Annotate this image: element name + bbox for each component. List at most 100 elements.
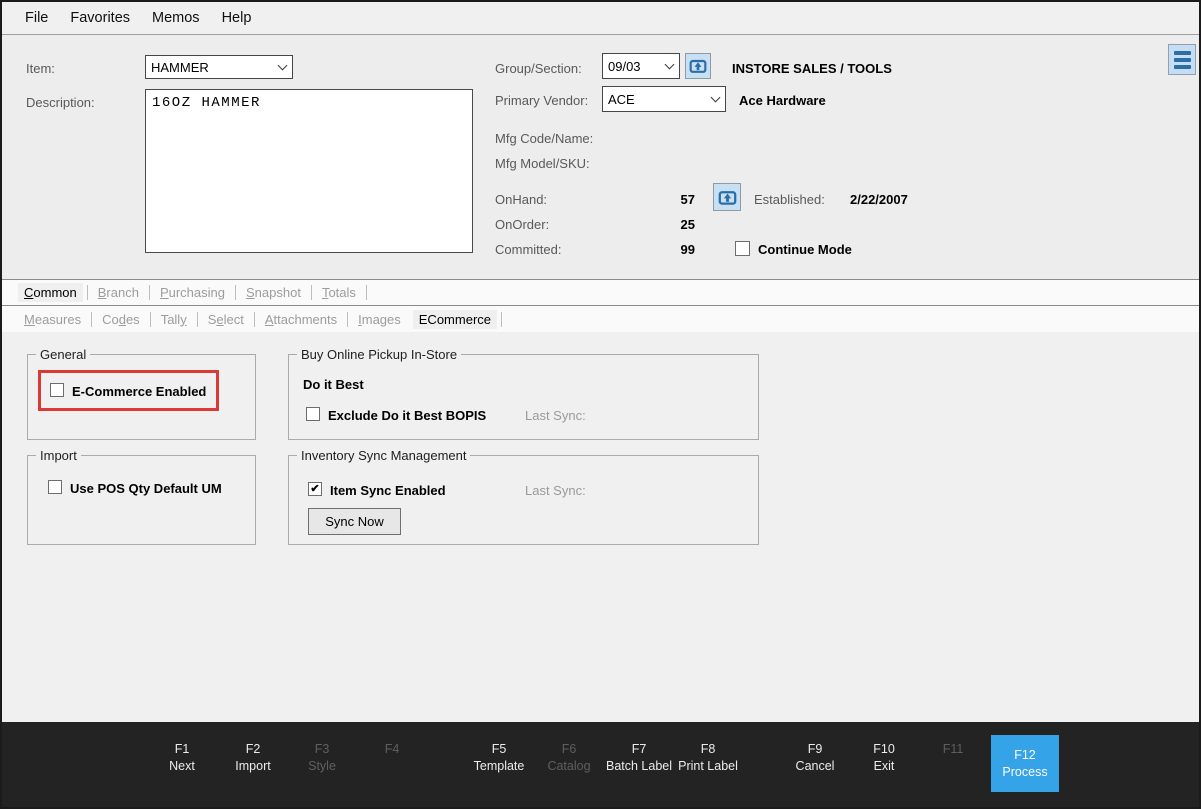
tab-row-secondary: Measures Codes Tally Select Attachments … <box>2 305 1199 332</box>
do-it-best-label: Do it Best <box>303 377 364 392</box>
fkey-f12-process[interactable]: F12Process <box>991 735 1059 792</box>
tab-common[interactable]: Common <box>18 283 83 302</box>
item-combobox[interactable]: HAMMER <box>145 55 293 79</box>
tab-separator <box>91 312 92 327</box>
onorder-label: OnOrder: <box>495 217 549 232</box>
group-section-lookup-button[interactable] <box>685 53 711 79</box>
general-groupbox-title: General <box>36 347 90 362</box>
item-sync-enabled-checkbox[interactable]: ✔ <box>308 482 322 496</box>
group-section-value: 09/03 <box>608 59 641 74</box>
item-sync-enabled-label: Item Sync Enabled <box>330 483 446 498</box>
import-groupbox-title: Import <box>36 448 81 463</box>
fkey-f3-style: F3Style <box>308 741 336 775</box>
exclude-bopis-checkbox[interactable] <box>306 407 320 421</box>
general-groupbox: General E-Commerce Enabled <box>27 354 256 440</box>
tab-separator <box>149 285 150 300</box>
tab-ecommerce[interactable]: ECommerce <box>413 310 497 329</box>
fkey-f10-exit[interactable]: F10Exit <box>873 741 895 775</box>
tab-separator <box>311 285 312 300</box>
inventory-sync-groupbox: Inventory Sync Management ✔ Item Sync En… <box>288 455 759 545</box>
inventory-sync-groupbox-title: Inventory Sync Management <box>297 448 470 463</box>
item-header-form: Item: HAMMER Description: 16OZ HAMMER Gr… <box>2 35 1199 279</box>
sync-now-button[interactable]: Sync Now <box>308 508 401 535</box>
import-groupbox: Import Use POS Qty Default UM <box>27 455 256 545</box>
group-section-description: INSTORE SALES / TOOLS <box>732 61 892 76</box>
onhand-label: OnHand: <box>495 192 547 207</box>
tab-separator <box>197 312 198 327</box>
primary-vendor-description: Ace Hardware <box>739 93 826 108</box>
tab-measures[interactable]: Measures <box>18 310 87 329</box>
fkey-f5-template[interactable]: F5Template <box>474 741 525 775</box>
hamburger-bar <box>1174 58 1191 62</box>
established-value: 2/22/2007 <box>850 192 908 207</box>
mfg-model-label: Mfg Model/SKU: <box>495 156 590 171</box>
menu-file[interactable]: File <box>14 2 59 34</box>
sync-last-sync-label: Last Sync: <box>525 483 586 498</box>
tab-row-primary: Common Branch Purchasing Snapshot Totals <box>2 279 1199 305</box>
mfg-code-label: Mfg Code/Name: <box>495 131 593 146</box>
tab-separator <box>150 312 151 327</box>
fkey-f11: F11 <box>943 741 964 758</box>
item-combobox-value: HAMMER <box>151 60 209 75</box>
menu-help[interactable]: Help <box>211 2 263 34</box>
fkey-f6-catalog: F6Catalog <box>547 741 590 775</box>
committed-label: Committed: <box>495 242 561 257</box>
fkey-f4: F4 <box>385 741 400 758</box>
tab-codes[interactable]: Codes <box>96 310 146 329</box>
tab-separator <box>347 312 348 327</box>
open-box-up-arrow-icon <box>717 187 738 208</box>
onorder-value: 25 <box>647 217 695 232</box>
tab-select[interactable]: Select <box>202 310 250 329</box>
tab-images[interactable]: Images <box>352 310 407 329</box>
use-pos-qty-checkbox[interactable] <box>48 480 62 494</box>
item-label: Item: <box>26 61 55 76</box>
fkey-f9-cancel[interactable]: F9Cancel <box>796 741 835 775</box>
use-pos-qty-label: Use POS Qty Default UM <box>70 481 222 496</box>
committed-value: 99 <box>647 242 695 257</box>
tab-separator <box>87 285 88 300</box>
tab-separator <box>235 285 236 300</box>
tab-totals[interactable]: Totals <box>316 283 362 302</box>
continue-mode-label: Continue Mode <box>758 242 852 257</box>
hamburger-menu-icon[interactable] <box>1168 44 1196 75</box>
ecommerce-enabled-checkbox[interactable] <box>50 383 64 397</box>
fkey-f1-next[interactable]: F1Next <box>169 741 195 775</box>
bopis-last-sync-label: Last Sync: <box>525 408 586 423</box>
highlight-red-box: E-Commerce Enabled <box>38 370 219 411</box>
primary-vendor-value: ACE <box>608 92 635 107</box>
tab-separator <box>501 312 502 327</box>
hamburger-bar <box>1174 51 1191 55</box>
tab-branch[interactable]: Branch <box>92 283 145 302</box>
tab-snapshot[interactable]: Snapshot <box>240 283 307 302</box>
ecommerce-tab-panel: General E-Commerce Enabled Buy Online Pi… <box>2 332 1199 722</box>
description-textarea[interactable]: 16OZ HAMMER <box>145 89 473 253</box>
menu-favorites[interactable]: Favorites <box>59 2 141 34</box>
established-label: Established: <box>754 192 825 207</box>
chevron-down-icon <box>278 60 288 70</box>
continue-mode-checkbox[interactable] <box>735 241 750 256</box>
ecommerce-enabled-label: E-Commerce Enabled <box>72 384 206 399</box>
onhand-detail-button[interactable] <box>713 183 741 211</box>
group-section-combobox[interactable]: 09/03 <box>602 53 680 79</box>
hamburger-bar <box>1174 65 1191 69</box>
primary-vendor-label: Primary Vendor: <box>495 93 588 108</box>
bopis-groupbox: Buy Online Pickup In-Store Do it Best Ex… <box>288 354 759 440</box>
function-key-bar: F1Next F2Import F3Style F4 F5Template F6… <box>2 722 1199 807</box>
exclude-bopis-label: Exclude Do it Best BOPIS <box>328 408 486 423</box>
menu-bar: File Favorites Memos Help <box>2 2 1199 35</box>
tab-separator <box>254 312 255 327</box>
tab-purchasing[interactable]: Purchasing <box>154 283 231 302</box>
tab-separator <box>366 285 367 300</box>
fkey-f2-import[interactable]: F2Import <box>235 741 270 775</box>
fkey-f8-print-label[interactable]: F8Print Label <box>678 741 738 775</box>
bopis-groupbox-title: Buy Online Pickup In-Store <box>297 347 461 362</box>
chevron-down-icon <box>711 92 721 102</box>
primary-vendor-combobox[interactable]: ACE <box>602 86 726 112</box>
menu-memos[interactable]: Memos <box>141 2 211 34</box>
fkey-f7-batch-label[interactable]: F7Batch Label <box>606 741 672 775</box>
tab-tally[interactable]: Tally <box>155 310 193 329</box>
onhand-value: 57 <box>647 192 695 207</box>
chevron-down-icon <box>665 59 675 69</box>
tab-attachments[interactable]: Attachments <box>259 310 343 329</box>
group-section-label: Group/Section: <box>495 61 582 76</box>
